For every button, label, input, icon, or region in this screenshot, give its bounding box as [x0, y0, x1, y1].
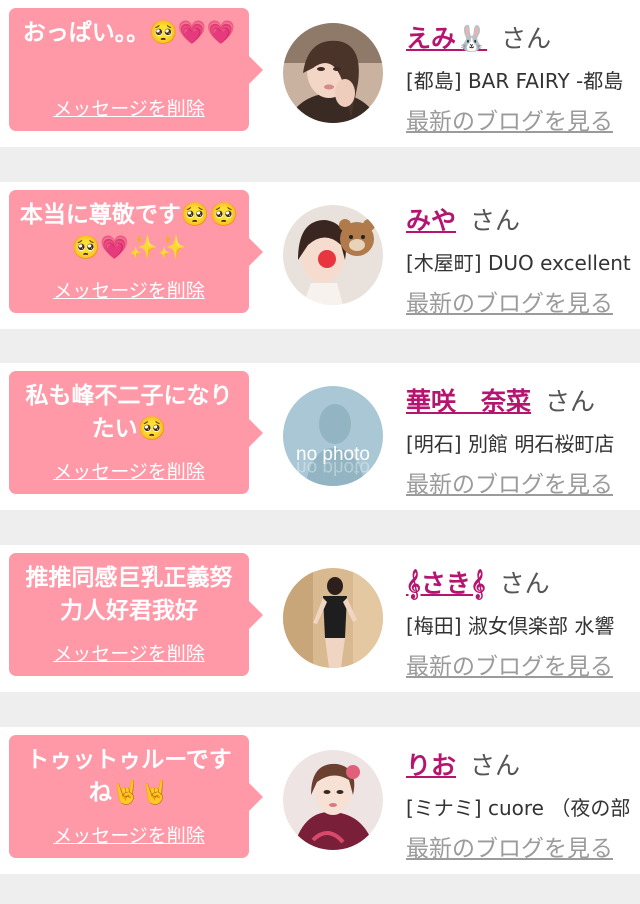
honorific-label: さん	[470, 206, 521, 235]
cast-name-link[interactable]: 華咲 奈菜	[406, 387, 531, 416]
message-bubble: おっぱい。。🥺💗💗 メッセージを削除	[9, 8, 263, 131]
message-text: 私も峰不二子になりたい🥺	[25, 383, 233, 442]
avatar[interactable]	[283, 750, 383, 850]
latest-blog-link[interactable]: 最新のブログを見る	[406, 288, 613, 320]
honorific-label: さん	[545, 387, 596, 416]
honorific-label: さん	[470, 751, 521, 780]
message-bubble: トゥットゥルーですね🤘🤘 メッセージを削除	[9, 735, 263, 858]
message-bubble: 推推同感巨乳正義努力人好君我好 メッセージを削除	[9, 553, 263, 676]
shop-label: [ミナミ] cuore （夜の部	[406, 796, 631, 820]
message-card: 私も峰不二子になりたい🥺 メッセージを削除 no photo no photo …	[0, 363, 640, 510]
delete-message-link[interactable]: メッセージを削除	[9, 639, 249, 666]
message-bubble: 本当に尊敬です🥺🥺🥺💗✨✨ メッセージを削除	[9, 190, 263, 313]
cast-name-link[interactable]: えみ🐰	[406, 24, 487, 53]
delete-message-link[interactable]: メッセージを削除	[9, 276, 249, 303]
shop-label: [梅田] 淑女倶楽部 水響	[406, 614, 615, 638]
svg-text:no photo: no photo	[296, 457, 370, 478]
honorific-label: さん	[499, 569, 550, 598]
shop-label: [都島] BAR FAIRY -都島	[406, 69, 624, 93]
avatar-photo-icon	[283, 23, 383, 123]
avatar-photo-icon	[283, 568, 383, 668]
message-card: おっぱい。。🥺💗💗 メッセージを削除 えみ🐰 さん [都島] BAR FAIRY …	[0, 0, 640, 147]
name-line: りお さん	[406, 749, 520, 783]
cast-name-link[interactable]: 𝄞さき𝄞	[406, 569, 486, 598]
message-text: 本当に尊敬です🥺🥺🥺💗✨✨	[19, 202, 239, 261]
avatar[interactable]	[283, 568, 383, 668]
shop-label: [木屋町] DUO excellent	[406, 251, 631, 275]
honorific-label: さん	[501, 24, 552, 53]
no-photo-icon: no photo no photo	[283, 386, 383, 486]
message-text: トゥットゥルーですね🤘🤘	[26, 747, 232, 806]
delete-message-link[interactable]: メッセージを削除	[9, 457, 249, 484]
cast-name-link[interactable]: りお	[406, 751, 456, 780]
avatar-photo-icon	[283, 205, 383, 305]
avatar[interactable]: no photo no photo	[283, 386, 383, 486]
latest-blog-link[interactable]: 最新のブログを見る	[406, 469, 613, 501]
shop-label: [明石] 別館 明石桜町店	[406, 432, 615, 456]
message-card: 本当に尊敬です🥺🥺🥺💗✨✨ メッセージを削除 みや さん [木屋町] DUO ex…	[0, 182, 640, 329]
name-line: えみ🐰 さん	[406, 22, 551, 56]
latest-blog-link[interactable]: 最新のブログを見る	[406, 833, 613, 865]
name-line: みや さん	[406, 204, 520, 238]
message-card: トゥットゥルーですね🤘🤘 メッセージを削除 りお さん [ミナミ] cuore （…	[0, 727, 640, 874]
message-text: 推推同感巨乳正義努力人好君我好	[25, 565, 233, 624]
delete-message-link[interactable]: メッセージを削除	[9, 94, 249, 121]
avatar[interactable]	[283, 205, 383, 305]
latest-blog-link[interactable]: 最新のブログを見る	[406, 651, 613, 683]
name-line: 華咲 奈菜 さん	[406, 385, 595, 419]
cast-name-link[interactable]: みや	[406, 206, 456, 235]
message-card: 推推同感巨乳正義努力人好君我好 メッセージを削除 𝄞さき𝄞 さん [梅田] 淑女倶…	[0, 545, 640, 692]
name-line: 𝄞さき𝄞 さん	[406, 567, 550, 601]
latest-blog-link[interactable]: 最新のブログを見る	[406, 106, 613, 138]
avatar[interactable]	[283, 23, 383, 123]
delete-message-link[interactable]: メッセージを削除	[9, 821, 249, 848]
avatar-photo-icon	[283, 750, 383, 850]
message-text: おっぱい。。🥺💗💗	[22, 20, 236, 46]
message-bubble: 私も峰不二子になりたい🥺 メッセージを削除	[9, 371, 263, 494]
